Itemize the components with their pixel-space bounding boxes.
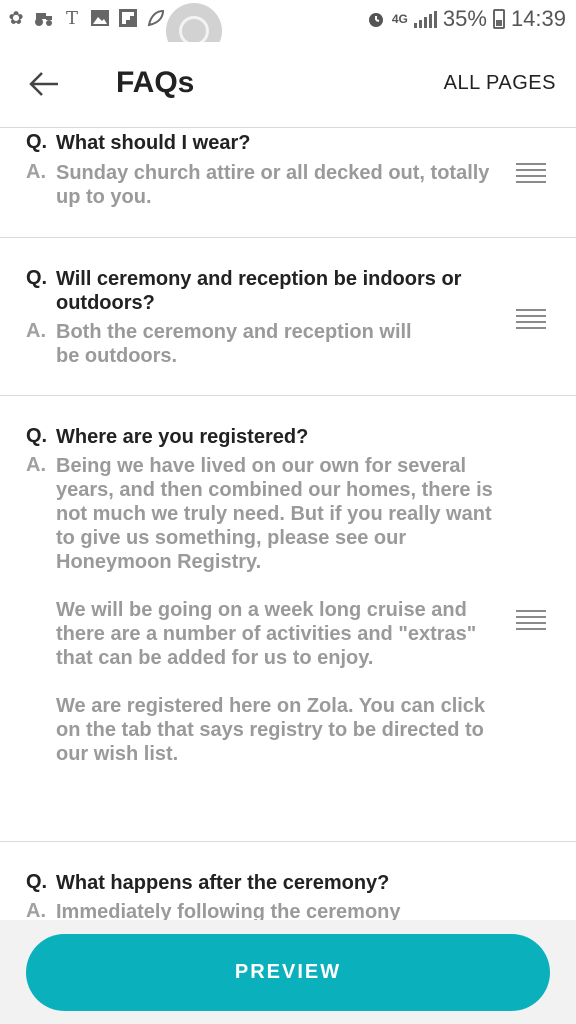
all-pages-button[interactable]: ALL PAGES xyxy=(444,72,556,95)
question-prefix: Q. xyxy=(26,425,48,447)
status-bar: ✿ T 4G 35% 14:39 xyxy=(0,0,576,59)
footer-bar: PREVIEW xyxy=(0,920,576,1024)
faq-question: What happens after the ceremony? xyxy=(56,872,390,894)
faq-answer: Sunday church attire or all decked out, … xyxy=(56,162,490,208)
answer-prefix: A. xyxy=(26,454,46,476)
arrow-left-icon xyxy=(29,72,58,96)
answer-prefix: A. xyxy=(26,161,46,183)
faq-answer: Being we have lived on our own for sever… xyxy=(56,455,493,765)
battery-percent: 35% xyxy=(442,6,487,31)
signal-icon xyxy=(413,10,437,28)
faq-answer-row: A. Both the ceremony and reception will … xyxy=(26,320,496,368)
app-header: FAQs ALL PAGES xyxy=(0,42,576,128)
tractor-icon xyxy=(34,8,54,28)
faq-item[interactable]: Q. Where are you registered? A. Being we… xyxy=(0,396,576,842)
faq-item[interactable]: Q. What should I wear? A. Sunday church … xyxy=(0,129,576,238)
page-title: FAQs xyxy=(116,66,195,99)
answer-prefix: A. xyxy=(26,900,46,920)
status-icons-left: ✿ T xyxy=(6,7,166,29)
faq-answer-row: A. Being we have lived on our own for se… xyxy=(26,454,496,766)
faq-list: Q. What should I wear? A. Sunday church … xyxy=(0,129,576,920)
question-prefix: Q. xyxy=(26,267,48,289)
faq-answer-row: A. Sunday church attire or all decked ou… xyxy=(26,161,496,209)
status-icons-right: 4G 35% 14:39 xyxy=(366,6,566,32)
leaf-icon xyxy=(146,8,166,28)
pinwheel-icon: ✿ xyxy=(8,7,24,28)
t-icon: T xyxy=(65,7,78,29)
question-prefix: Q. xyxy=(26,131,48,153)
faq-question-row: Q. What should I wear? xyxy=(26,131,496,155)
faq-question: What should I wear? xyxy=(56,132,251,154)
flipboard-icon xyxy=(118,8,138,28)
drag-handle-icon[interactable] xyxy=(516,309,546,329)
faq-question-row: Q. What happens after the ceremony? xyxy=(26,871,496,895)
faq-question-row: Q. Where are you registered? xyxy=(26,425,496,449)
faq-answer-row: A. Immediately following the ceremony xyxy=(26,900,496,920)
answer-prefix: A. xyxy=(26,320,46,342)
faq-answer: Both the ceremony and reception will be … xyxy=(56,321,412,367)
question-prefix: Q. xyxy=(26,871,48,893)
faq-question: Will ceremony and reception be indoors o… xyxy=(56,268,462,314)
faq-question: Where are you registered? xyxy=(56,426,309,448)
faq-item[interactable]: Q. Will ceremony and reception be indoor… xyxy=(0,238,576,396)
faq-question-row: Q. Will ceremony and reception be indoor… xyxy=(26,267,496,315)
drag-handle-icon[interactable] xyxy=(516,163,546,183)
preview-button[interactable]: PREVIEW xyxy=(26,934,550,1011)
battery-icon xyxy=(492,9,505,29)
image-icon xyxy=(90,8,110,28)
alarm-icon xyxy=(366,9,386,29)
back-button[interactable] xyxy=(26,64,66,104)
clock: 14:39 xyxy=(510,6,566,31)
faq-item[interactable]: Q. What happens after the ceremony? A. I… xyxy=(0,842,576,920)
faq-answer: Immediately following the ceremony xyxy=(56,901,401,920)
network-type: 4G xyxy=(391,12,408,26)
drag-handle-icon[interactable] xyxy=(516,610,546,630)
